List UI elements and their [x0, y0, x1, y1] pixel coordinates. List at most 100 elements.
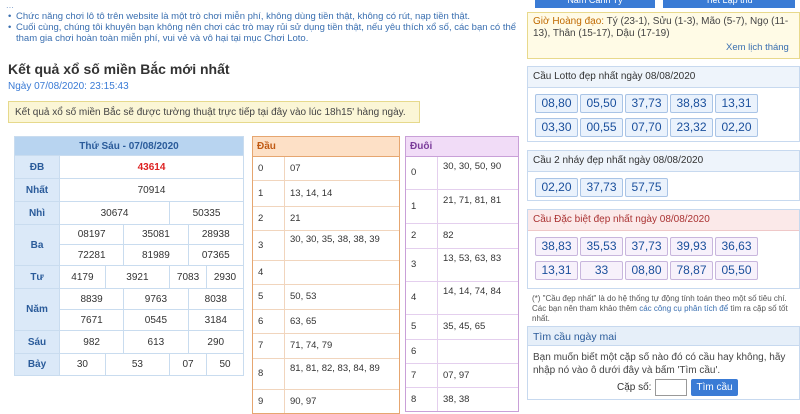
page-title: Kết quả xổ số miền Bắc mới nhất — [8, 61, 230, 77]
lotto-chip[interactable]: 38,83 — [670, 94, 713, 113]
dau-key: 1 — [258, 188, 264, 199]
dau-key: 8 — [258, 368, 264, 379]
prize-value: 07 — [169, 353, 207, 376]
prize-value: 3184 — [187, 309, 245, 331]
dau-key: 3 — [258, 240, 264, 251]
dau-value — [284, 261, 399, 284]
two-hit-chip[interactable]: 37,73 — [580, 178, 623, 197]
prize-value: 7671 — [58, 309, 125, 331]
result-date: Ngày 07/08/2020: 23:15:43 — [8, 81, 129, 92]
duoi-key: 5 — [411, 321, 417, 332]
lotto-chip[interactable]: 07,70 — [625, 118, 668, 137]
prize-value: 50335 — [169, 201, 244, 225]
prize-value: 3921 — [104, 265, 171, 289]
prize-value: 72281 — [58, 244, 125, 266]
two-hit-panel-title: Cầu 2 nháy đẹp nhất ngày 08/08/2020 — [528, 151, 799, 172]
dau-key: 2 — [258, 213, 264, 224]
prize-value: 07365 — [187, 244, 245, 266]
dau-value: 13, 14, 14 — [284, 181, 399, 206]
prize-label-nhi: Nhì — [14, 201, 60, 225]
special-chip[interactable]: 37,73 — [625, 237, 668, 256]
special-chip[interactable]: 08,80 — [625, 261, 668, 280]
pair-label: Cặp số: — [617, 382, 652, 393]
dau-table: Đầu 0 07 1 13, 14, 14 2 21 3 30, 30, 35, 38,… — [252, 136, 400, 414]
dau-value: 90, 97 — [284, 390, 399, 413]
dau-key: 4 — [258, 267, 264, 278]
lotto-chip[interactable]: 13,31 — [715, 94, 758, 113]
results-header: Thứ Sáu - 07/08/2020 — [14, 136, 244, 156]
dau-key: 9 — [258, 396, 264, 407]
prize-db-value: 43614 — [59, 155, 244, 179]
tab-year[interactable]: Năm Canh Tý — [535, 0, 655, 8]
sidebar: Năm Canh Tý Tiết Lập thu Giờ Hoàng đạo: … — [527, 0, 800, 400]
prize-value: 53 — [104, 353, 171, 376]
prize-value: 28938 — [187, 224, 245, 245]
special-chip[interactable]: 33 — [580, 261, 623, 280]
prize-value: 2930 — [206, 265, 244, 289]
lotto-panel-title: Cầu Lotto đẹp nhất ngày 08/08/2020 — [528, 67, 799, 88]
notice-item-1: Chức năng chơi lô tô trên website là một… — [8, 11, 521, 22]
dau-header: Đầu — [253, 137, 399, 157]
duoi-header: Đuôi — [406, 137, 518, 157]
prize-value: 35081 — [123, 224, 189, 245]
lotto-panel: Cầu Lotto đẹp nhất ngày 08/08/2020 08,80… — [527, 66, 800, 142]
prize-value: 30674 — [58, 201, 171, 225]
duoi-key: 0 — [411, 167, 417, 178]
special-chip[interactable]: 05,50 — [715, 261, 758, 280]
prize-value: 08197 — [58, 224, 125, 245]
duoi-value: 07, 97 — [437, 364, 518, 387]
prize-value: 613 — [123, 330, 189, 354]
duoi-key: 4 — [411, 292, 417, 303]
notice-item-2: Cuối cùng, chúng tôi khuyên bạn không nê… — [8, 22, 521, 44]
duoi-value: 30, 30, 50, 90 — [437, 157, 518, 189]
special-chip[interactable]: 38,83 — [535, 237, 578, 256]
find-pair-title: Tìm cầu ngày mai — [527, 326, 800, 346]
two-hit-chip[interactable]: 57,75 — [625, 178, 668, 197]
lotto-chip[interactable]: 37,73 — [625, 94, 668, 113]
special-panel: Cầu Đặc biệt đẹp nhất ngày 08/08/2020 38… — [527, 209, 800, 289]
special-chip[interactable]: 35,53 — [580, 237, 623, 256]
lotto-chip[interactable]: 03,30 — [535, 118, 578, 137]
prize-label-db: ĐB — [14, 155, 60, 179]
prize-label-sau: Sáu — [14, 330, 60, 354]
tab-solar-term[interactable]: Tiết Lập thu — [663, 0, 795, 8]
prize-value: 7083 — [169, 265, 207, 289]
lotto-chip[interactable]: 23,32 — [670, 118, 713, 137]
special-panel-title: Cầu Đặc biệt đẹp nhất ngày 08/08/2020 — [528, 210, 799, 231]
duoi-value: 21, 71, 81, 81 — [437, 190, 518, 223]
prize-value: 982 — [58, 330, 125, 354]
analysis-tools-link[interactable]: các công cụ phân tích để — [639, 304, 728, 313]
pair-input[interactable] — [655, 379, 688, 396]
dau-value: 07 — [284, 157, 399, 180]
prize-label-nam: Năm — [14, 288, 60, 331]
duoi-key: 3 — [411, 259, 417, 270]
dau-value: 81, 81, 82, 83, 84, 89 — [284, 359, 399, 389]
view-month-calendar-link[interactable]: Xem lịch tháng — [726, 42, 789, 53]
find-pair-row: Cặp số: Tìm cầu — [617, 379, 738, 396]
dau-key: 6 — [258, 316, 264, 327]
duoi-value: 35, 45, 65 — [437, 315, 518, 339]
prize-value: 9763 — [123, 288, 189, 310]
calendar-tabs: Năm Canh Tý Tiết Lập thu — [527, 0, 800, 8]
duoi-key: 2 — [411, 230, 417, 241]
prize-value: 50 — [206, 353, 244, 376]
dau-value: 50, 53 — [284, 285, 399, 309]
special-chip[interactable]: 13,31 — [535, 261, 578, 280]
dau-value: 71, 74, 79 — [284, 334, 399, 358]
lucky-hours-label: Giờ Hoàng đạo: — [533, 16, 605, 27]
special-chip[interactable]: 36,63 — [715, 237, 758, 256]
two-hit-chip[interactable]: 02,20 — [535, 178, 578, 197]
lotto-chip[interactable]: 02,20 — [715, 118, 758, 137]
dau-value: 63, 65 — [284, 310, 399, 333]
lotto-chip[interactable]: 05,50 — [580, 94, 623, 113]
lotto-chip[interactable]: 08,80 — [535, 94, 578, 113]
special-chip[interactable]: 39,93 — [670, 237, 713, 256]
prize-label-bay: Bảy — [14, 353, 60, 376]
duoi-table: Đuôi 0 30, 30, 50, 90 1 21, 71, 81, 81 2 82… — [405, 136, 519, 412]
notice-line-0: ... — [6, 0, 14, 11]
dau-key: 5 — [258, 291, 264, 302]
lotto-chip[interactable]: 00,55 — [580, 118, 623, 137]
find-pair-button[interactable]: Tìm cầu — [691, 379, 738, 396]
special-chip[interactable]: 78,87 — [670, 261, 713, 280]
two-hit-panel: Cầu 2 nháy đẹp nhất ngày 08/08/2020 02,2… — [527, 150, 800, 201]
